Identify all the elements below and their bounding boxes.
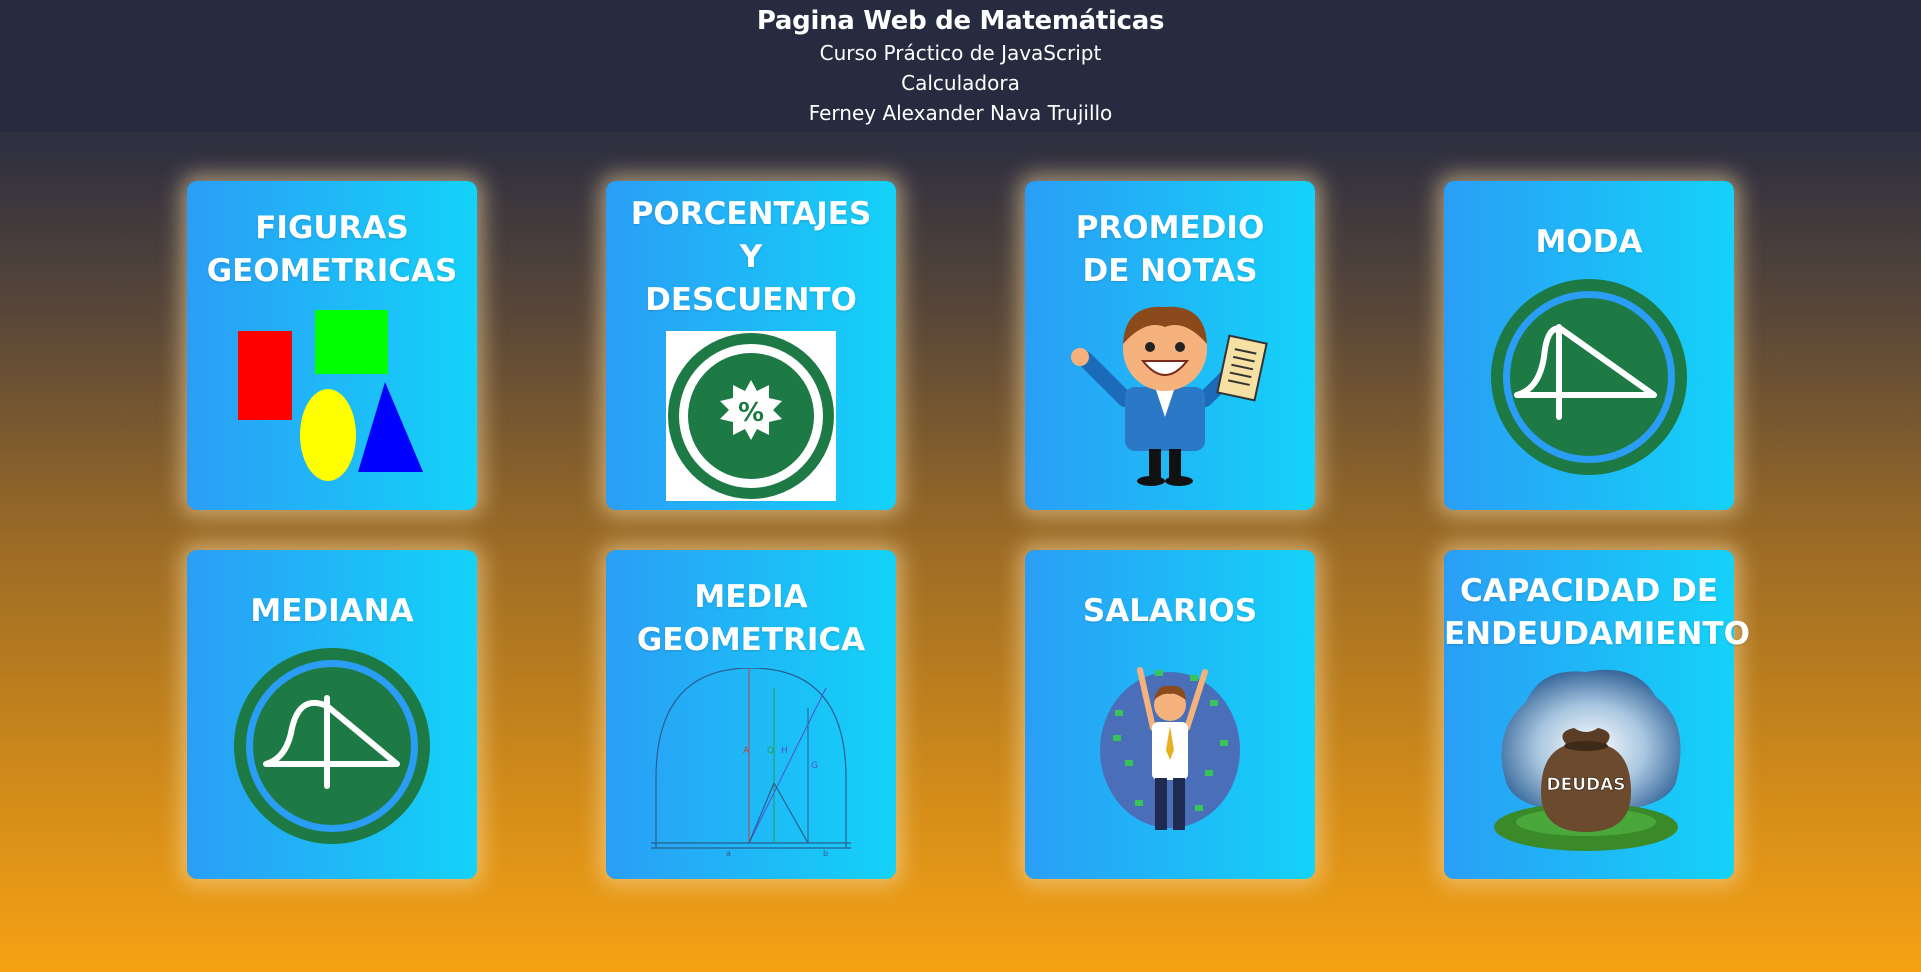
card-mediana[interactable]: MEDIANA — [187, 550, 477, 879]
card-title: PORCENTAJES Y DESCUENTO — [630, 196, 872, 318]
card-salarios[interactable]: SALARIOS — [1025, 550, 1315, 879]
card-promedio-notas[interactable]: PROMEDIO DE NOTAS — [1025, 181, 1315, 510]
debt-bag-icon: DEUDAS — [1494, 669, 1681, 851]
card-moda[interactable]: MODA — [1444, 181, 1734, 510]
card-title: MEDIANA — [250, 593, 414, 629]
happy-salary-man-icon — [1100, 667, 1240, 830]
svg-text:b: b — [823, 849, 828, 858]
card-title: MEDIA GEOMETRICA — [636, 579, 866, 658]
author-name: Ferney Alexander Nava Trujillo — [808, 101, 1113, 125]
card-title: CAPACIDAD DE ENDEUDAMIENTO — [1444, 573, 1750, 652]
card-title: PROMEDIO DE NOTAS — [1075, 210, 1265, 289]
moda-distribution-icon — [1491, 279, 1687, 475]
geometric-mean-diagram-icon: A Q H G a b — [651, 668, 851, 858]
svg-text:H: H — [781, 746, 788, 756]
percent-badge-icon: % — [666, 331, 836, 501]
page-header: Pagina Web de Matemáticas Curso Práctico… — [0, 0, 1921, 132]
debt-bag-label: DEUDAS — [1546, 775, 1625, 795]
card-title: MODA — [1535, 224, 1643, 260]
student-with-grades-icon — [1071, 306, 1268, 486]
svg-text:a: a — [726, 849, 731, 858]
geometric-shapes-icon — [238, 310, 423, 481]
svg-text:G: G — [811, 761, 818, 771]
card-media-geometrica[interactable]: MEDIA GEOMETRICA A Q H G a b — [606, 550, 896, 879]
svg-text:A: A — [743, 746, 750, 756]
course-name: Curso Práctico de JavaScript — [819, 41, 1102, 65]
card-capacidad-endeudamiento[interactable]: CAPACIDAD DE ENDEUDAMIENTO DEUDAS — [1444, 550, 1750, 879]
site-title: Pagina Web de Matemáticas — [756, 6, 1165, 36]
percent-symbol: % — [738, 398, 764, 428]
mediana-distribution-icon — [234, 648, 430, 844]
card-porcentajes-descuento[interactable]: PORCENTAJES Y DESCUENTO % — [606, 181, 896, 510]
card-figuras-geometricas[interactable]: FIGURAS GEOMETRICAS — [187, 181, 477, 510]
app-name: Calculadora — [901, 71, 1020, 95]
card-title: SALARIOS — [1082, 593, 1258, 629]
svg-text:Q: Q — [767, 746, 774, 756]
card-title: FIGURAS GEOMETRICAS — [206, 210, 458, 289]
